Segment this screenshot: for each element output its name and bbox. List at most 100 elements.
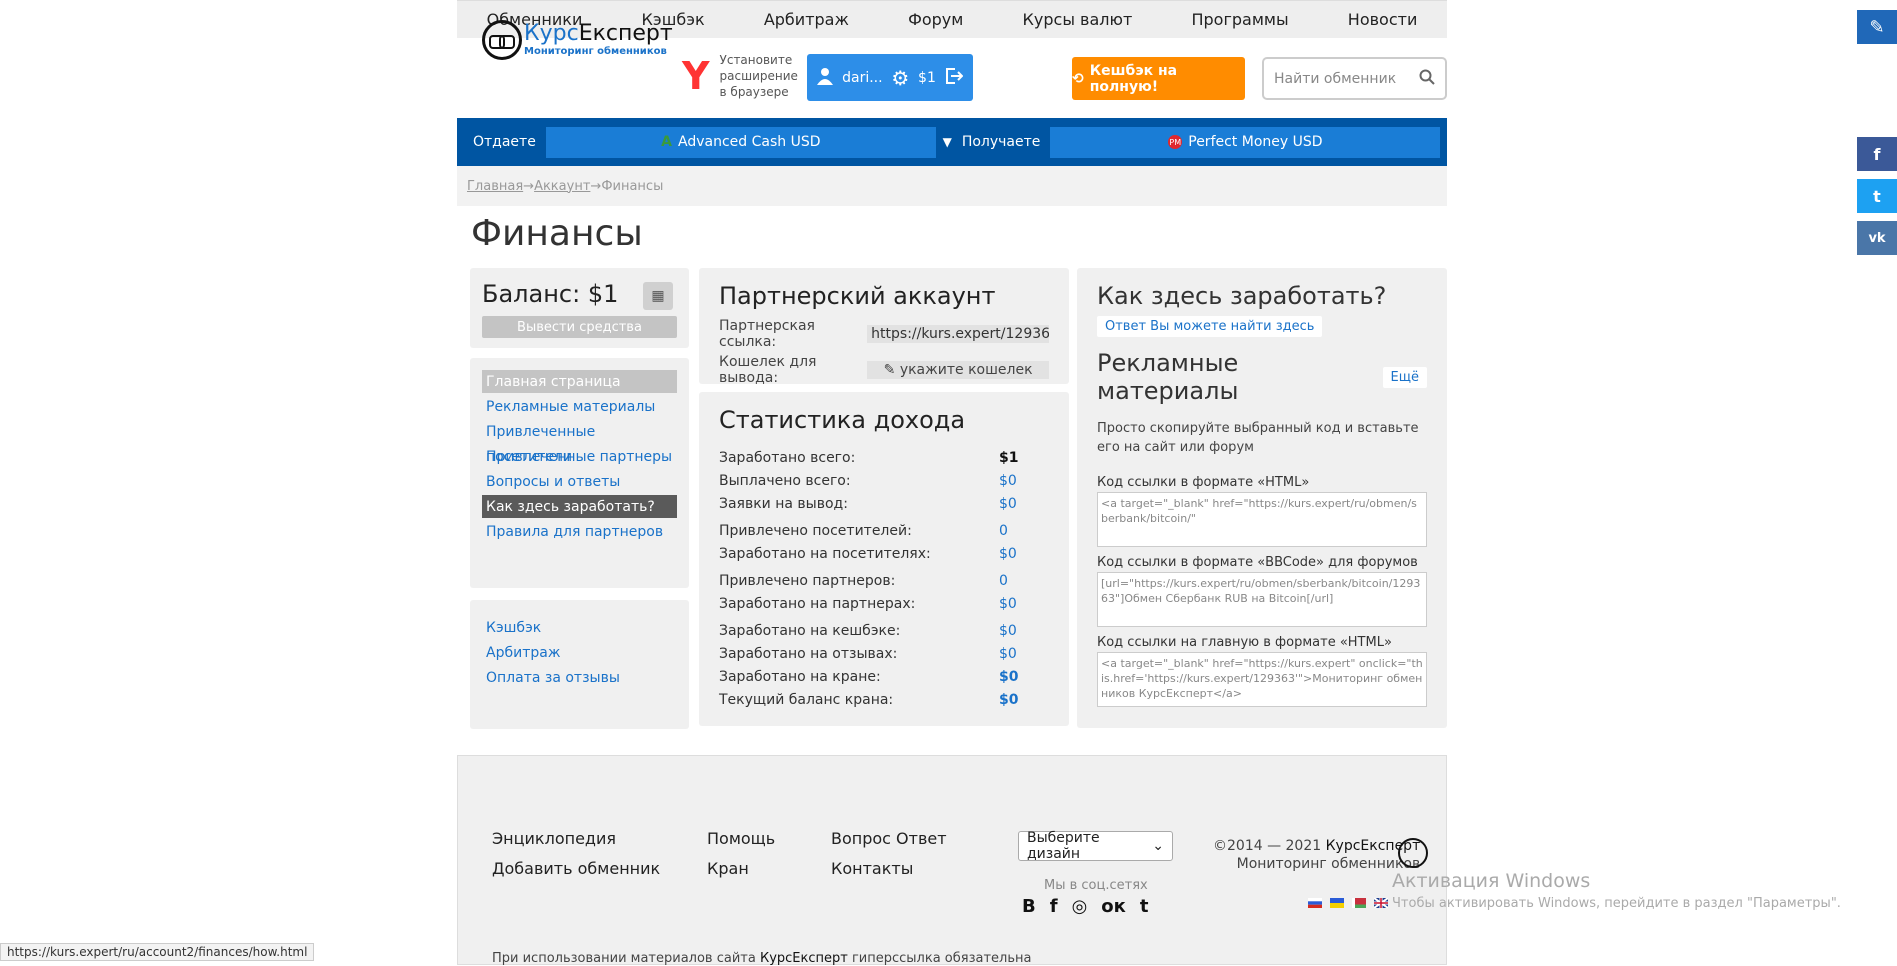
code2-textarea[interactable]: [url="https://kurs.expert/ru/obmen/sberb… (1097, 572, 1427, 627)
footer-link-faq[interactable]: Вопрос Ответ (831, 829, 971, 848)
stat-label: Привлечено партнеров: (719, 573, 895, 589)
logo-title-blue: Курс (524, 21, 579, 46)
facebook-icon[interactable]: f (1050, 896, 1058, 917)
stat-value[interactable]: $0 (999, 646, 1049, 662)
yandex-line3: в браузере (720, 84, 798, 100)
flag-ua-icon[interactable] (1330, 898, 1344, 908)
code1-textarea[interactable]: <a target="_blank" href="https://kurs.ex… (1097, 492, 1427, 547)
yandex-extension-promo[interactable]: Y Установите расширение в браузере (682, 52, 798, 100)
income-stats-box: Статистика дохода Заработано всего:$1 Вы… (699, 392, 1069, 726)
glasses-logo-icon (482, 20, 522, 60)
yandex-line1: Установите (720, 52, 798, 68)
menu2-item-reviews[interactable]: Оплата за отзывы (482, 666, 677, 691)
vk-icon[interactable]: В (1022, 896, 1036, 917)
facebook-share-icon[interactable]: f (1857, 137, 1897, 171)
footer-note-prefix: При использовании материалов сайта (492, 951, 760, 966)
secondary-menu: Кэшбэк Арбитраж Оплата за отзывы (470, 600, 689, 729)
user-balance[interactable]: $1 (918, 70, 936, 86)
odnoklassniki-icon[interactable]: ок (1101, 896, 1126, 917)
stat-row: Заработано на кешбэке:$0 (719, 619, 1049, 642)
stat-value[interactable]: $0 (999, 669, 1049, 685)
search-icon[interactable] (1419, 69, 1435, 89)
search-box[interactable]: Найти обменник (1262, 57, 1447, 100)
search-input[interactable]: Найти обменник (1274, 71, 1396, 87)
menu-item-partners[interactable]: Привлеченные партнеры (482, 445, 677, 468)
nav-item-news[interactable]: Новости (1348, 10, 1418, 29)
stat-value[interactable]: 0 (999, 523, 1049, 539)
menu-item-rules[interactable]: Правила для партнеров (482, 520, 677, 543)
copyright-year: ©2014 — 2021 (1213, 838, 1326, 854)
stat-value[interactable]: $0 (999, 623, 1049, 639)
twitter-share-icon[interactable]: t (1857, 179, 1897, 213)
stat-label: Заработано на партнерах: (719, 596, 915, 612)
chevron-down-icon[interactable]: ▼ (943, 135, 952, 149)
stat-row: Текущий баланс крана: $0 (719, 688, 1049, 711)
flag-ru-icon[interactable] (1308, 898, 1322, 908)
stat-row: Выплачено всего:$0 (719, 469, 1049, 492)
answer-link[interactable]: Ответ Вы можете найти здесь (1097, 316, 1322, 337)
get-currency-value: Perfect Money USD (1188, 134, 1322, 150)
stat-value[interactable]: 0 (999, 573, 1049, 589)
nav-item-arbitrage[interactable]: Арбитраж (764, 10, 849, 29)
flag-by-icon[interactable] (1352, 898, 1366, 908)
menu-item-how-to-earn[interactable]: Как здесь заработать? (482, 495, 677, 518)
flag-en-icon[interactable] (1374, 898, 1388, 908)
nav-item-forum[interactable]: Форум (908, 10, 963, 29)
stat-value[interactable]: $0 (999, 496, 1049, 512)
logo-title-black: Експерт (579, 21, 673, 46)
account-menu: Главная страница Рекламные материалы При… (470, 358, 689, 588)
get-currency-select[interactable]: PM Perfect Money USD ▼ (1050, 127, 1440, 158)
breadcrumb: Главная → Аккаунт → Финансы (457, 166, 1447, 206)
give-label: Отдаете (457, 134, 546, 150)
right-column: Как здесь заработать? Ответ Вы можете на… (1077, 268, 1447, 728)
stat-label: Текущий баланс крана: (719, 692, 893, 708)
money-stack-icon[interactable]: ▦ (643, 282, 673, 310)
menu2-item-cashback[interactable]: Кэшбэк (482, 616, 677, 641)
stat-value[interactable]: $0 (999, 473, 1049, 489)
stat-label: Заработано всего: (719, 450, 855, 466)
copyright: ©2014 — 2021 КурсЕксперт Мониторинг обме… (1213, 837, 1420, 873)
more-link[interactable]: Ещё (1383, 367, 1427, 388)
code3-textarea[interactable]: <a target="_blank" href="https://kurs.ex… (1097, 652, 1427, 707)
menu2-item-arbitrage[interactable]: Арбитраж (482, 641, 677, 666)
stat-value[interactable]: $0 (999, 546, 1049, 562)
menu-item-main[interactable]: Главная страница (482, 370, 677, 393)
chevron-down-icon[interactable]: ▼ (1447, 135, 1456, 149)
logo-subtitle: Мониторинг обменников (524, 47, 673, 57)
gear-icon[interactable]: ⚙ (891, 66, 909, 90)
cashback-full-button[interactable]: ⟲ Кешбэк на полную! (1072, 57, 1245, 100)
footer-link-encyclopedia[interactable]: Энциклопедия (492, 829, 707, 848)
give-currency-select[interactable]: A Advanced Cash USD ▼ (546, 127, 936, 158)
copyright-sub: Мониторинг обменников (1213, 855, 1420, 873)
nav-item-programs[interactable]: Программы (1191, 10, 1288, 29)
footer-link-add-exchanger[interactable]: Добавить обменник (492, 859, 707, 878)
menu-item-visitors[interactable]: Привлеченные посетители (482, 420, 677, 443)
wallet-value: укажите кошелек (900, 362, 1033, 378)
logout-icon[interactable] (945, 68, 963, 88)
design-select[interactable]: Выберите дизайн ⌄ (1018, 831, 1173, 861)
username[interactable]: dari... (842, 70, 882, 86)
site-logo[interactable]: КурсЕксперт Мониторинг обменников (482, 20, 673, 60)
footer-link-contacts[interactable]: Контакты (831, 859, 971, 878)
footer-link-faucet[interactable]: Кран (707, 859, 831, 878)
partner-link-field[interactable]: https://kurs.expert/129363 (867, 325, 1049, 343)
menu-item-ads[interactable]: Рекламные материалы (482, 395, 677, 418)
instagram-icon[interactable]: ◎ (1072, 896, 1088, 917)
stat-value[interactable]: $0 (999, 596, 1049, 612)
nav-item-rates[interactable]: Курсы валют (1023, 10, 1133, 29)
user-icon[interactable] (817, 67, 833, 89)
footer-note-suffix: гиперссылка обязательна (848, 951, 1032, 966)
wallet-field[interactable]: ✎ укажите кошелек (867, 361, 1049, 379)
breadcrumb-account[interactable]: Аккаунт (534, 179, 590, 194)
twitter-icon[interactable]: t (1140, 896, 1149, 917)
wallet-label: Кошелек для вывода: (719, 354, 867, 386)
stats-title: Статистика дохода (719, 406, 1049, 434)
footer-link-help[interactable]: Помощь (707, 829, 831, 848)
vk-share-icon[interactable]: vk (1857, 221, 1897, 255)
stat-value[interactable]: $0 (999, 692, 1049, 708)
brush-icon[interactable]: ✎ (1857, 10, 1897, 44)
breadcrumb-home[interactable]: Главная (467, 179, 523, 194)
menu-item-faq[interactable]: Вопросы и ответы (482, 470, 677, 493)
yandex-icon: Y (682, 54, 710, 98)
withdraw-button[interactable]: Вывести средства (482, 316, 677, 338)
